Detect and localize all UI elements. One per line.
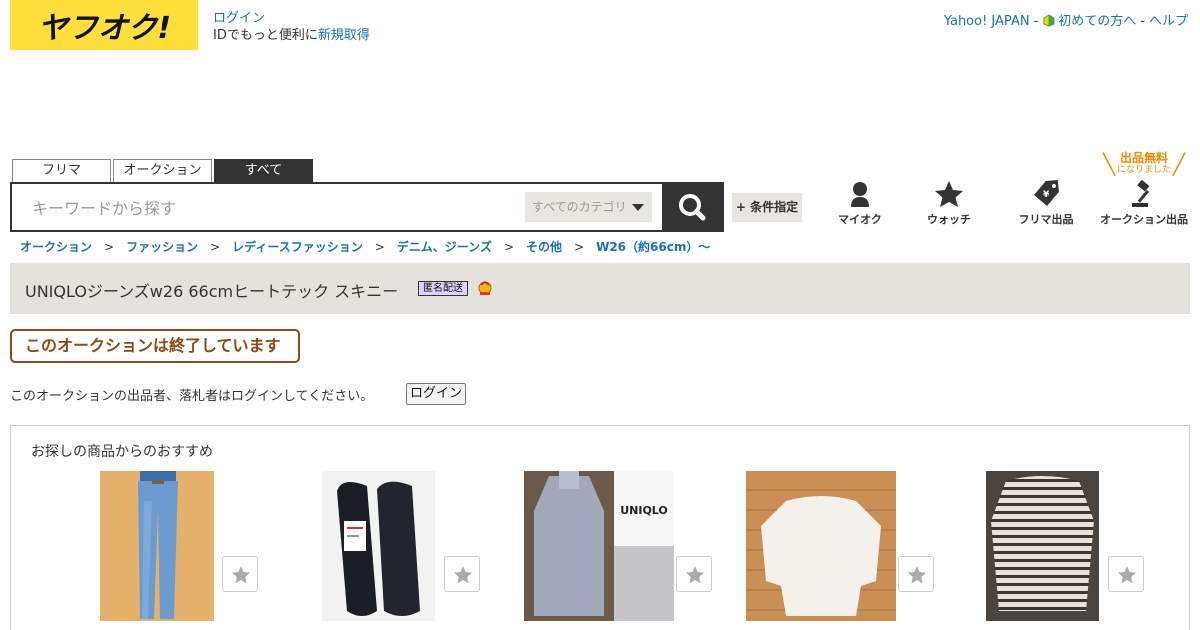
item-title-bar: UNIQLOジーンズw26 66cmヒートテック スキニー 匿名配送 [10,263,1190,314]
product-image-sweater[interactable] [746,471,896,621]
login-box: ログイン IDでもっと便利に新規取得 [213,10,370,44]
new-seller-icon [478,281,492,295]
category-select-label: すべてのカテゴリ [532,200,627,214]
breadcrumb-item[interactable]: その他 [526,240,562,254]
breadcrumb: オークション > ファッション > レディースファッション > デニム、ジーンズ > その他 > W… [20,238,710,255]
login-subtext: IDでもっと便利に [213,28,318,43]
product-image-knit[interactable]: UNIQLO [524,471,674,621]
breadcrumb-separator: > [210,240,221,254]
watch-button[interactable] [1108,556,1144,592]
star-icon [686,566,704,584]
gavel-icon [1132,180,1150,207]
breadcrumb-item[interactable]: W26（約66cm）～ [596,240,710,254]
tab-auction[interactable]: オークション [113,159,212,183]
breadcrumb-item[interactable]: レディースファッション [232,240,363,254]
chevron-down-icon [632,204,644,211]
badge-slash-right: ╱ [1172,152,1185,176]
price-tag-icon: ¥ [1034,180,1059,206]
help-link[interactable]: ヘルプ [1149,14,1188,29]
breadcrumb-separator: > [104,240,115,254]
beginner-leaf-icon [1043,14,1055,27]
top-links-separator: - [1140,14,1145,29]
nav-myauc-label: マイオク [838,213,882,226]
uniqlo-label: UNIQLO [620,504,668,517]
yahoo-japan-link[interactable]: Yahoo! JAPAN [944,14,1030,29]
nav-flea-sell[interactable]: ¥ フリマ出品 [1014,180,1078,227]
breadcrumb-item[interactable]: デニム、ジーンズ [397,240,492,254]
watch-button[interactable] [676,556,712,592]
login-link[interactable]: ログイン [213,11,265,26]
free-listing-badge: ╲ 出品無料 になりました ╱ [1103,151,1185,176]
signup-link[interactable]: 新規取得 [318,28,370,43]
category-select[interactable]: すべてのカテゴリ [525,192,652,222]
nav-watch-label: ウォッチ [927,213,971,226]
search-box: すべてのカテゴリ [10,182,664,232]
star-icon [935,181,963,207]
anonymous-shipping-badge: 匿名配送 [418,281,468,296]
yahuoku-logo[interactable]: ヤフオク! [10,0,198,50]
tab-all[interactable]: すべて [214,159,313,183]
star-icon [908,566,926,584]
item-title: UNIQLOジーンズw26 66cmヒートテック スキニー [25,282,399,301]
login-button[interactable]: ログイン [406,383,466,405]
tab-flea[interactable]: フリマ [12,159,111,183]
conditions-button[interactable]: + 条件指定 [732,193,802,222]
watch-button[interactable] [222,556,258,592]
nav-myauc[interactable]: マイオク [834,180,886,227]
breadcrumb-item[interactable]: オークション [20,240,92,254]
user-icon [851,182,869,207]
auction-ended-banner: このオークションは終了しています [10,329,300,363]
breadcrumb-separator: > [503,240,515,254]
beginner-link[interactable]: 初めての方へ [1058,14,1136,29]
top-links-separator: - [1033,14,1039,29]
breadcrumb-separator: > [374,240,385,254]
star-icon [454,566,472,584]
svg-text:¥: ¥ [1043,190,1050,200]
logo-text: ヤフオク! [38,11,171,46]
nav-auction-sell[interactable]: オークション出品 [1099,180,1189,227]
login-notice: このオークションの出品者、落札者はログインしてください。 [10,389,374,404]
nav-flea-sell-label: フリマ出品 [1018,213,1074,226]
search-button[interactable] [662,182,724,232]
breadcrumb-item[interactable]: ファッション [126,240,198,254]
nav-auction-sell-label: オークション出品 [1100,213,1188,226]
search-tabs: フリマ オークション すべて [12,159,315,183]
star-icon [1118,566,1136,584]
product-image-jeans[interactable] [100,471,214,621]
watch-button[interactable] [898,556,934,592]
product-image-striped[interactable] [986,471,1099,621]
watch-button[interactable] [444,556,480,592]
recommendation-title: お探しの商品からのおすすめ [31,444,213,460]
nav-watch[interactable]: ウォッチ [922,180,976,227]
breadcrumb-separator: > [574,240,585,254]
product-image-flats[interactable] [322,471,435,621]
search-icon [679,194,706,221]
search-input[interactable] [32,196,512,220]
top-links: Yahoo! JAPAN - 初めての方へ - ヘルプ [944,10,1188,29]
recommendation-panel: お探しの商品からのおすすめ UNIQLO [10,425,1190,630]
star-icon [232,566,250,584]
badge-slash-left: ╲ [1103,152,1116,176]
